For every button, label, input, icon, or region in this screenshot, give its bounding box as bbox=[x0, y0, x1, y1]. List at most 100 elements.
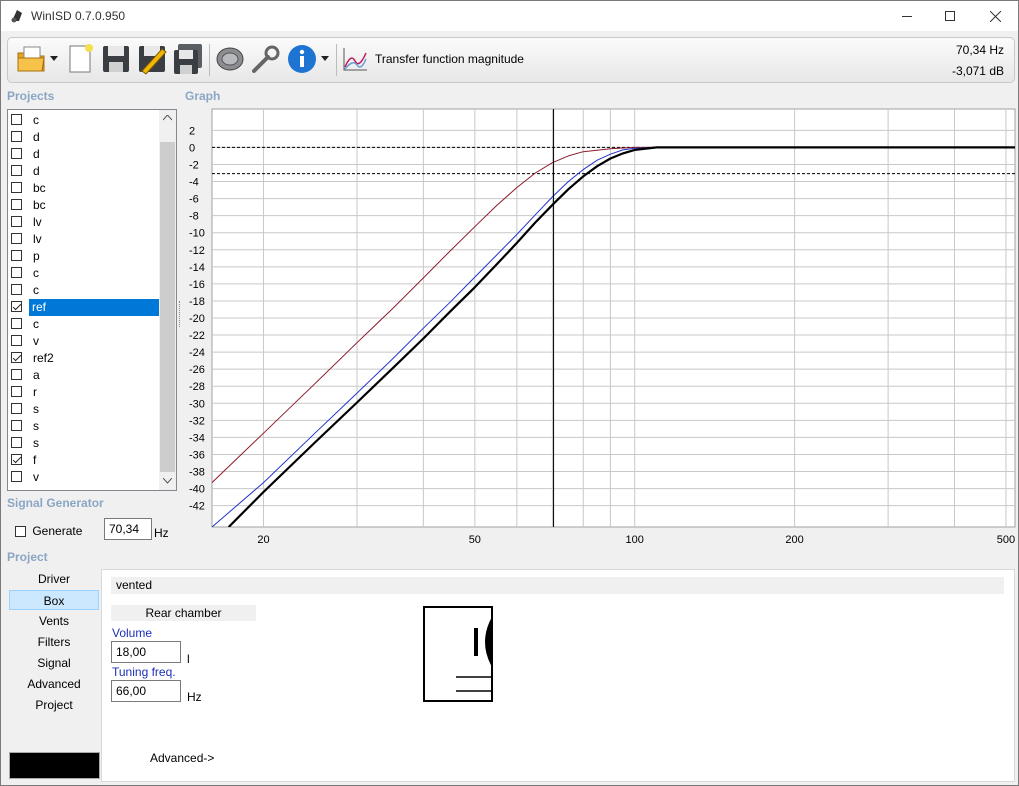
project-visible-checkbox[interactable] bbox=[11, 301, 22, 312]
project-item[interactable]: lv bbox=[8, 231, 160, 248]
driver-icon[interactable] bbox=[214, 43, 246, 75]
project-visible-checkbox[interactable] bbox=[11, 233, 22, 244]
tuning-freq-unit: Hz bbox=[187, 690, 202, 704]
info-icon[interactable] bbox=[286, 43, 318, 75]
project-item[interactable]: ref2 bbox=[8, 350, 160, 367]
projects-section-title: Projects bbox=[7, 89, 55, 103]
generate-checkbox-row[interactable]: Generate bbox=[15, 524, 82, 538]
nav-item-vents[interactable]: Vents bbox=[9, 611, 99, 631]
nav-item-project[interactable]: Project bbox=[9, 695, 99, 715]
project-name: lv bbox=[33, 232, 42, 246]
project-item[interactable]: p bbox=[8, 248, 160, 265]
nav-item-driver[interactable]: Driver bbox=[9, 569, 99, 589]
project-item[interactable]: c bbox=[8, 112, 160, 129]
project-item[interactable]: s bbox=[8, 401, 160, 418]
project-visible-checkbox[interactable] bbox=[11, 182, 22, 193]
project-name: a bbox=[33, 368, 40, 382]
project-item[interactable]: s bbox=[8, 435, 160, 452]
project-item[interactable]: r bbox=[8, 384, 160, 401]
y-tick-label: -12 bbox=[189, 245, 205, 257]
project-name: r bbox=[33, 385, 37, 399]
project-visible-checkbox[interactable] bbox=[11, 471, 22, 482]
volume-input[interactable] bbox=[111, 641, 181, 663]
volume-unit: l bbox=[187, 652, 190, 666]
generate-checkbox[interactable] bbox=[15, 526, 26, 537]
open-dropdown-arrow-icon[interactable] bbox=[50, 56, 58, 62]
project-name: c bbox=[33, 113, 39, 127]
graph-selector-label[interactable]: Transfer function magnitude bbox=[375, 52, 524, 66]
project-color-swatch[interactable] bbox=[9, 752, 100, 779]
info-dropdown-arrow-icon[interactable] bbox=[321, 56, 329, 62]
nav-item-box[interactable]: Box bbox=[9, 590, 99, 610]
project-visible-checkbox[interactable] bbox=[11, 386, 22, 397]
project-item[interactable]: c bbox=[8, 265, 160, 282]
minimize-button[interactable] bbox=[884, 1, 930, 31]
project-item[interactable]: d bbox=[8, 146, 160, 163]
minimize-icon bbox=[902, 16, 912, 17]
generator-frequency-unit: Hz bbox=[154, 526, 169, 540]
y-tick-label: -6 bbox=[189, 194, 199, 206]
rear-chamber-header[interactable]: Rear chamber bbox=[111, 605, 256, 621]
project-name: c bbox=[33, 317, 39, 331]
project-visible-checkbox[interactable] bbox=[11, 131, 22, 142]
y-tick-label: 2 bbox=[189, 125, 195, 137]
nav-item-advanced[interactable]: Advanced bbox=[9, 674, 99, 694]
project-item[interactable]: d bbox=[8, 163, 160, 180]
project-item[interactable]: s bbox=[8, 418, 160, 435]
scroll-down-icon[interactable] bbox=[163, 478, 172, 484]
edit-save-icon[interactable] bbox=[136, 43, 168, 75]
project-item[interactable]: d bbox=[8, 129, 160, 146]
y-tick-label: -10 bbox=[189, 228, 205, 240]
project-item[interactable]: v bbox=[8, 333, 160, 350]
project-visible-checkbox[interactable] bbox=[11, 335, 22, 346]
project-item[interactable]: v bbox=[8, 469, 160, 486]
project-item[interactable]: bc bbox=[8, 180, 160, 197]
generator-frequency-input[interactable] bbox=[104, 518, 152, 540]
project-visible-checkbox[interactable] bbox=[11, 454, 22, 465]
project-visible-checkbox[interactable] bbox=[11, 148, 22, 159]
projects-list[interactable]: v f s s s r a ref2 v c ref c c p lv lv bc bc d d d c bbox=[7, 109, 177, 491]
save-icon[interactable] bbox=[100, 43, 132, 75]
close-button[interactable] bbox=[972, 1, 1018, 31]
open-folder-icon[interactable] bbox=[16, 43, 48, 75]
project-visible-checkbox[interactable] bbox=[11, 437, 22, 448]
project-visible-checkbox[interactable] bbox=[11, 318, 22, 329]
scroll-thumb[interactable] bbox=[160, 142, 175, 472]
project-visible-checkbox[interactable] bbox=[11, 420, 22, 431]
project-item[interactable]: bc bbox=[8, 197, 160, 214]
project-visible-checkbox[interactable] bbox=[11, 250, 22, 261]
project-name: p bbox=[33, 249, 40, 263]
project-visible-checkbox[interactable] bbox=[11, 199, 22, 210]
box-type-select[interactable]: vented bbox=[111, 577, 1004, 594]
signal-generator-section-title: Signal Generator bbox=[7, 496, 104, 510]
project-item[interactable]: ref bbox=[8, 299, 163, 316]
y-tick-label: -34 bbox=[189, 432, 205, 444]
tools-icon[interactable] bbox=[250, 43, 282, 75]
project-visible-checkbox[interactable] bbox=[11, 114, 22, 125]
project-item[interactable]: c bbox=[8, 282, 160, 299]
project-name: f bbox=[33, 453, 37, 467]
project-visible-checkbox[interactable] bbox=[11, 369, 22, 380]
project-item[interactable]: c bbox=[8, 316, 160, 333]
project-item[interactable]: a bbox=[8, 367, 160, 384]
advanced-link[interactable]: Advanced-> bbox=[150, 751, 214, 765]
project-visible-checkbox[interactable] bbox=[11, 216, 22, 227]
project-visible-checkbox[interactable] bbox=[11, 165, 22, 176]
scroll-up-icon[interactable] bbox=[163, 115, 172, 121]
maximize-button[interactable] bbox=[927, 1, 973, 31]
nav-item-filters[interactable]: Filters bbox=[9, 632, 99, 652]
projects-scrollbar[interactable] bbox=[159, 110, 176, 490]
graph-icon[interactable] bbox=[341, 45, 369, 73]
save-all-icon[interactable] bbox=[172, 43, 204, 75]
transfer-function-chart[interactable]: 20-2-4-6-8-10-12-14-16-18-20-22-24-26-28… bbox=[181, 101, 1016, 549]
project-visible-checkbox[interactable] bbox=[11, 284, 22, 295]
nav-item-signal[interactable]: Signal bbox=[9, 653, 99, 673]
new-project-icon[interactable] bbox=[64, 43, 96, 75]
tuning-freq-input[interactable] bbox=[111, 680, 181, 702]
project-visible-checkbox[interactable] bbox=[11, 267, 22, 278]
project-visible-checkbox[interactable] bbox=[11, 403, 22, 414]
project-visible-checkbox[interactable] bbox=[11, 352, 22, 363]
project-item[interactable]: f bbox=[8, 452, 160, 469]
project-name: d bbox=[33, 130, 40, 144]
project-item[interactable]: lv bbox=[8, 214, 160, 231]
